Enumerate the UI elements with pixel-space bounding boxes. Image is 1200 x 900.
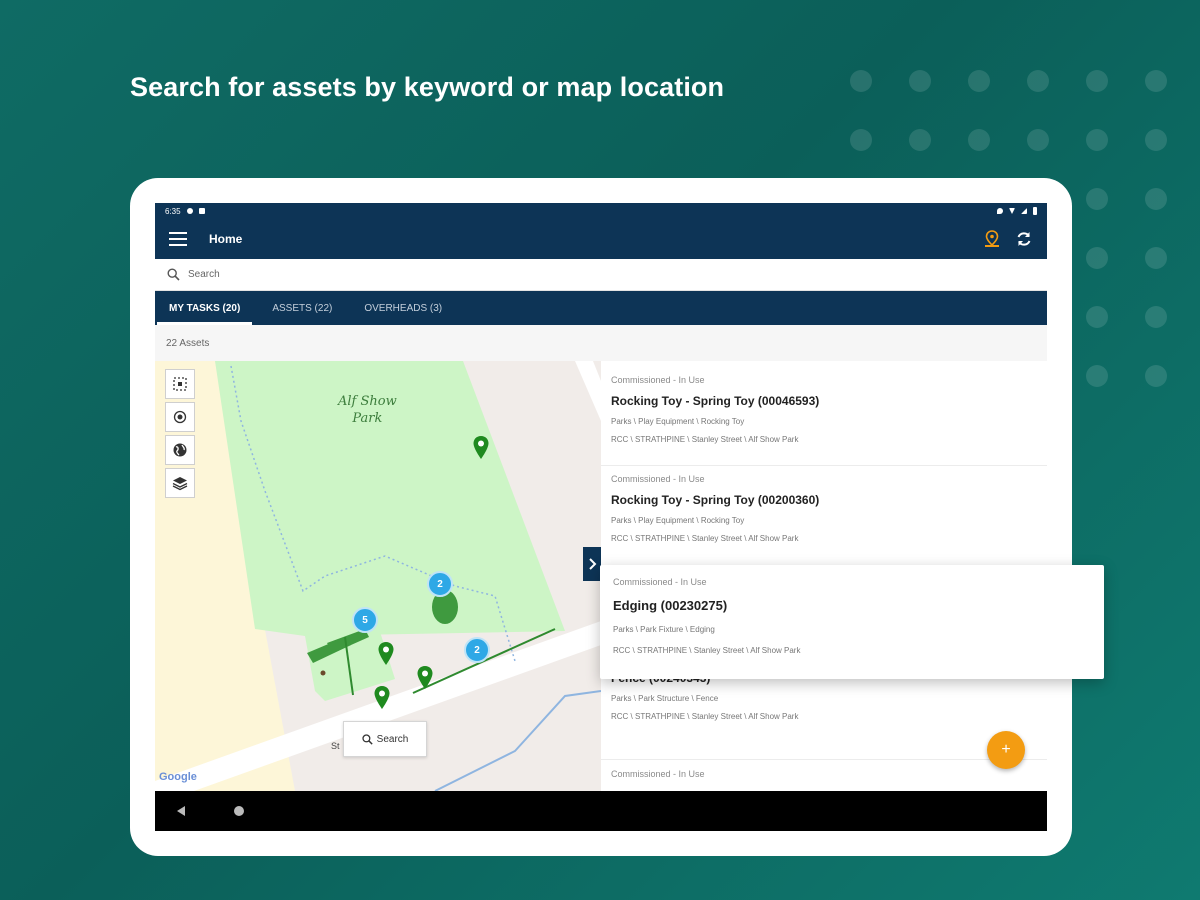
asset-count: 22 Assets [155, 325, 1047, 361]
gear-icon [186, 208, 193, 214]
add-asset-button[interactable]: + [987, 731, 1025, 769]
decorative-dot [1086, 188, 1108, 210]
search-bar [155, 259, 1047, 291]
tab-assets[interactable]: ASSETS (22) [260, 291, 344, 325]
cluster-marker[interactable]: 5 [352, 607, 378, 633]
divider [601, 759, 1047, 760]
decorative-dot [850, 129, 872, 151]
back-icon[interactable] [175, 805, 187, 817]
tab-bar: MY TASKS (20) ASSETS (22) OVERHEADS (3) [155, 291, 1047, 325]
decorative-dot [968, 129, 990, 151]
home-icon[interactable] [233, 805, 245, 817]
list-item[interactable]: Commissioned - In Use Rocking Toy - Spri… [611, 474, 1031, 543]
app-screen: 6:35 Home Search MY TASKS (20) ASSETS (2… [155, 203, 1047, 831]
search-icon [167, 268, 180, 281]
decorative-dot [1086, 365, 1108, 387]
decorative-dot [1027, 129, 1049, 151]
divider [601, 465, 1047, 466]
decorative-dot [1145, 70, 1167, 92]
status-bar: 6:35 [155, 203, 1047, 219]
search-icon [362, 733, 373, 745]
decorative-dot [909, 129, 931, 151]
page-title: Home [209, 232, 243, 246]
collapse-panel-button[interactable] [583, 547, 601, 581]
select-area-icon[interactable] [165, 369, 195, 399]
decorative-dot [1086, 70, 1108, 92]
list-item[interactable]: Commissioned - In Use [611, 769, 1031, 779]
wifi-icon [1009, 208, 1015, 214]
decorative-dot [1086, 247, 1108, 269]
my-location-icon[interactable] [165, 402, 195, 432]
asset-pin-icon[interactable] [472, 435, 490, 461]
location-icon [997, 208, 1003, 214]
map-search-button[interactable]: Search [343, 721, 427, 757]
decorative-dot [909, 70, 931, 92]
tablet-frame: 6:35 Home Search MY TASKS (20) ASSETS (2… [130, 178, 1072, 856]
decorative-dot [1145, 129, 1167, 151]
battery-icon [1033, 207, 1037, 215]
decorative-dot [1145, 188, 1167, 210]
map-view[interactable]: Alf Show Park St 2 5 2 Search Google [155, 361, 601, 791]
cluster-marker[interactable]: 2 [427, 571, 453, 597]
search-input[interactable] [188, 269, 1035, 280]
map-toolbar [165, 369, 195, 498]
signal-icon [1021, 208, 1027, 214]
google-logo: Google [159, 771, 197, 783]
app-bar: Home [155, 219, 1047, 259]
decorative-dot [1145, 247, 1167, 269]
decorative-dot [1027, 70, 1049, 92]
asset-pin-icon[interactable] [416, 665, 434, 691]
tab-overheads[interactable]: OVERHEADS (3) [352, 291, 454, 325]
notification-icon [198, 208, 205, 214]
decorative-dot [1086, 306, 1108, 328]
sync-icon[interactable] [1015, 230, 1033, 248]
tab-my-tasks[interactable]: MY TASKS (20) [157, 291, 253, 325]
menu-icon[interactable] [169, 232, 187, 246]
decorative-dot [968, 70, 990, 92]
asset-pin-icon[interactable] [377, 641, 395, 667]
highlighted-asset-card[interactable]: Commissioned - In Use Edging (00230275) … [600, 565, 1104, 679]
chevron-right-icon [589, 558, 597, 570]
asset-pin-icon[interactable] [373, 685, 391, 711]
status-time: 6:35 [165, 206, 181, 216]
android-nav-bar [155, 791, 1047, 831]
globe-icon[interactable] [165, 435, 195, 465]
list-item[interactable]: Commissioned - In Use Rocking Toy - Spri… [611, 375, 1031, 444]
decorative-dot [1145, 365, 1167, 387]
decorative-dot [1145, 306, 1167, 328]
park-label: Alf Show Park [338, 394, 397, 426]
map-pin-user-icon[interactable] [983, 230, 1001, 248]
street-label: St [331, 741, 340, 751]
cluster-marker[interactable]: 2 [464, 637, 490, 663]
decorative-dot [850, 70, 872, 92]
map-search-label: Search [376, 733, 409, 745]
headline: Search for assets by keyword or map loca… [130, 72, 725, 102]
layers-icon[interactable] [165, 468, 195, 498]
decorative-dot [1086, 129, 1108, 151]
